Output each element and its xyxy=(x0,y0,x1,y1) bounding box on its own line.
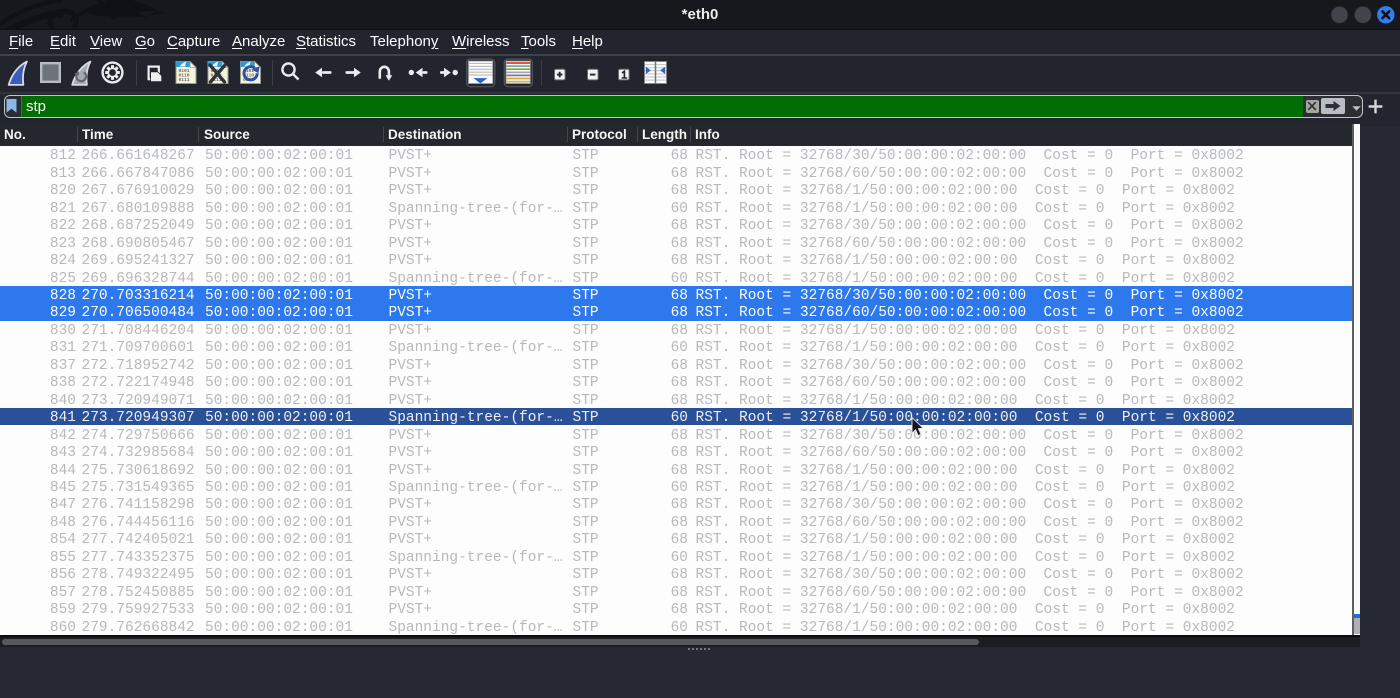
svg-text:0111: 0111 xyxy=(179,77,190,83)
